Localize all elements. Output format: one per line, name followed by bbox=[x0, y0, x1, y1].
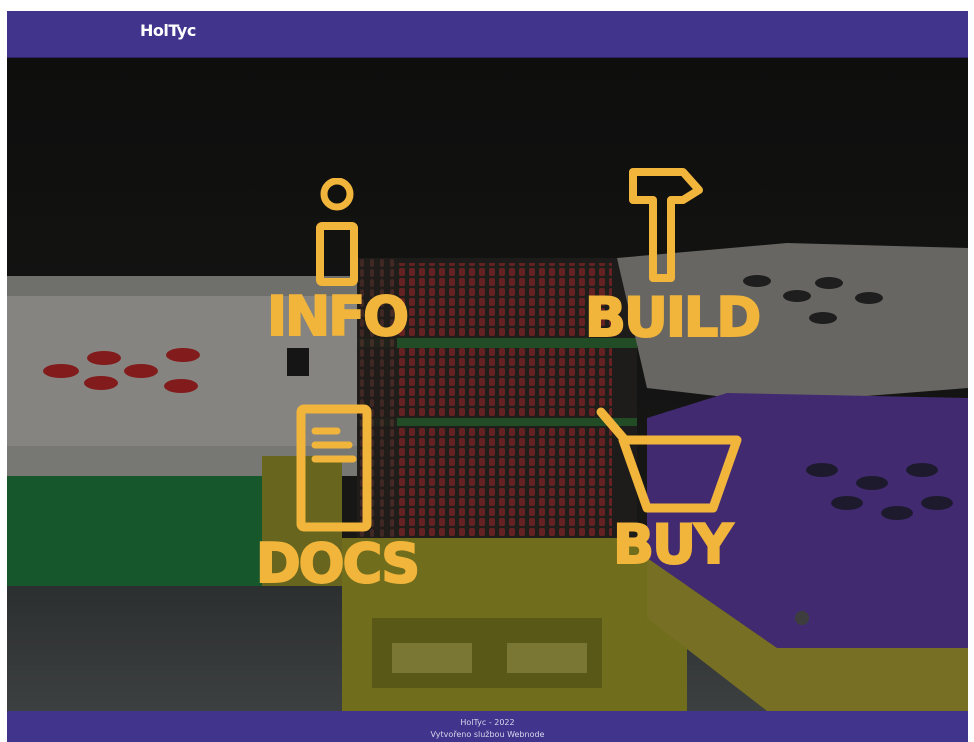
tile-build-label: BUILD bbox=[584, 286, 762, 349]
top-navigation-bar: HolTyc bbox=[7, 11, 968, 58]
hero-background-image bbox=[7, 58, 968, 711]
shopping-cart-icon bbox=[595, 406, 745, 516]
site-logo[interactable]: HolTyc bbox=[140, 21, 196, 40]
tile-docs-label: DOCS bbox=[255, 532, 421, 595]
hammer-icon bbox=[625, 166, 707, 286]
footer: HolTyc - 2022 Vytvořeno službou Webnode bbox=[7, 711, 968, 742]
tile-docs[interactable]: DOCS bbox=[232, 403, 442, 593]
page-frame: HolTyc INFO BUILD DOCS BUY HolTyc - 2022… bbox=[7, 11, 968, 742]
info-icon bbox=[312, 178, 362, 288]
footer-webnode-link[interactable]: Vytvořeno službou Webnode bbox=[431, 730, 545, 739]
tile-build[interactable]: BUILD bbox=[567, 166, 777, 351]
tile-buy-label: BUY bbox=[612, 513, 734, 576]
tile-info-label: INFO bbox=[266, 285, 410, 348]
hero-section: INFO BUILD DOCS BUY bbox=[7, 58, 968, 711]
tile-buy[interactable]: BUY bbox=[587, 406, 757, 581]
tile-info[interactable]: INFO bbox=[247, 178, 427, 348]
document-icon bbox=[295, 403, 375, 533]
footer-copyright: HolTyc - 2022 bbox=[460, 718, 515, 727]
